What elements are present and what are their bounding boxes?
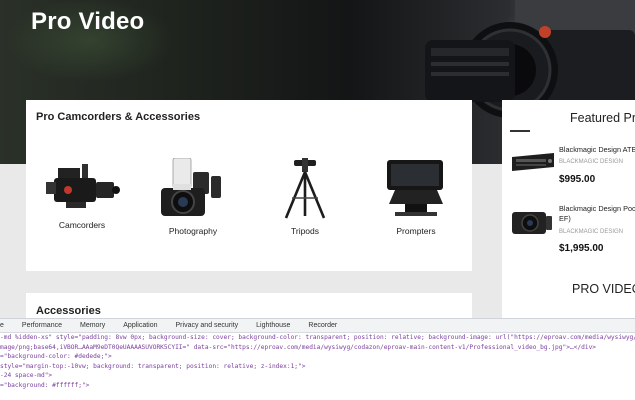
atem-switcher-image bbox=[512, 153, 554, 171]
dom-line[interactable]: -24 space-md"> bbox=[0, 371, 635, 381]
devtools-tab-application[interactable]: Application bbox=[114, 322, 166, 329]
dom-line[interactable]: ="background: #ffffff;"> bbox=[0, 381, 635, 391]
pocket-cinema-camera-image bbox=[512, 212, 552, 234]
teleprompter-icon bbox=[387, 160, 443, 216]
featured-title: Featured Pr bbox=[570, 111, 635, 125]
devtools-tab-bar: e Performance Memory Application Privacy… bbox=[0, 319, 635, 333]
dom-line[interactable]: ="background-color: #dedede;"> bbox=[0, 352, 635, 362]
dom-line[interactable]: mage/png;base64,iVBOR…AAaM9eDT0QeUAAAASU… bbox=[0, 343, 635, 353]
dom-line[interactable]: style="margin-top:-10vw; background: tra… bbox=[0, 362, 635, 372]
devtools-tab-recorder[interactable]: Recorder bbox=[299, 322, 346, 329]
tripod-icon bbox=[284, 158, 326, 219]
featured-divider bbox=[510, 130, 530, 132]
dom-tree[interactable]: -md %idden-xs" style="padding: 8vw 0px; … bbox=[0, 333, 635, 390]
featured-products-panel: Featured Pr Blackmagic Design ATE BLACKM… bbox=[502, 100, 635, 320]
category-tripods[interactable]: Tripods bbox=[255, 158, 355, 236]
devtools-tab-memory[interactable]: Memory bbox=[71, 322, 114, 329]
product-name[interactable]: Blackmagic Design ATE bbox=[559, 145, 635, 155]
category-prompters[interactable]: Prompters bbox=[366, 158, 466, 236]
category-label-camcorders: Camcorders bbox=[58, 220, 106, 230]
dom-line[interactable]: -md %idden-xs" style="padding: 8vw 0px; … bbox=[0, 333, 635, 343]
devtools-tab-privacy[interactable]: Privacy and security bbox=[167, 322, 248, 329]
pro-video-heading: PRO VIDEO bbox=[572, 282, 635, 296]
product-price: $995.00 bbox=[559, 174, 596, 185]
product-price: $1,995.00 bbox=[559, 243, 604, 254]
category-label-photography: Photography bbox=[168, 226, 218, 236]
category-label-tripods: Tripods bbox=[290, 226, 320, 236]
categories-title: Pro Camcorders & Accessories bbox=[36, 111, 201, 123]
devtools-tab-elements[interactable]: e bbox=[0, 322, 13, 329]
hero-title: Pro Video bbox=[31, 8, 145, 35]
devtools-panel: e Performance Memory Application Privacy… bbox=[0, 318, 635, 400]
product-name[interactable]: Blackmagic Design Pock bbox=[559, 204, 635, 214]
dslr-camera-icon bbox=[161, 158, 221, 216]
category-photography[interactable]: Photography bbox=[143, 158, 243, 236]
product-brand: BLACKMAGIC DESIGN bbox=[559, 229, 624, 235]
product-brand: BLACKMAGIC DESIGN bbox=[559, 159, 624, 165]
accessories-title: Accessories bbox=[36, 305, 101, 317]
devtools-tab-lighthouse[interactable]: Lighthouse bbox=[247, 322, 299, 329]
category-label-prompters: Prompters bbox=[396, 226, 436, 236]
categories-card: Pro Camcorders & Accessories Camcorders … bbox=[26, 100, 472, 271]
category-camcorders[interactable]: Camcorders bbox=[32, 158, 132, 230]
product-name-continued[interactable]: EF) bbox=[559, 214, 571, 224]
devtools-tab-performance[interactable]: Performance bbox=[13, 322, 71, 329]
camcorder-icon bbox=[46, 164, 120, 208]
